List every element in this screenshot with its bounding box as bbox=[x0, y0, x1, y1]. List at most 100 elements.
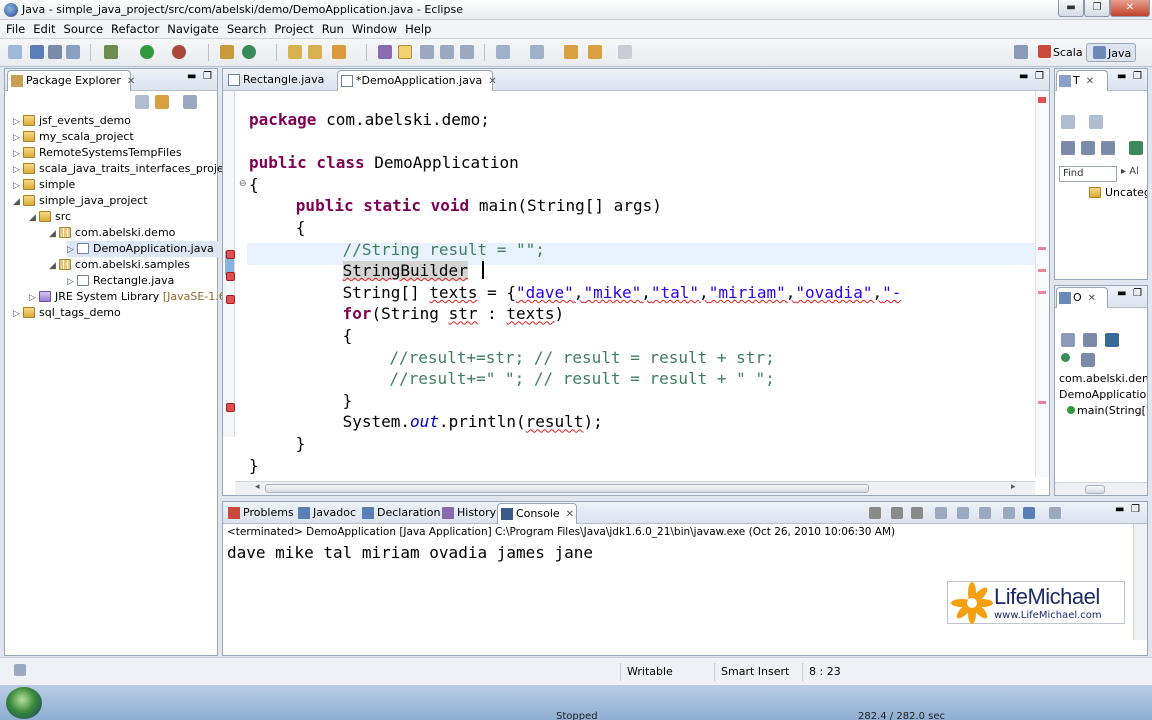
scroll-right-icon[interactable]: ▸ bbox=[1011, 482, 1016, 492]
outline-item-package[interactable]: com.abelski.demo bbox=[1059, 372, 1147, 385]
menu-run[interactable]: Run bbox=[318, 20, 348, 39]
hide-static-icon[interactable] bbox=[1105, 333, 1119, 347]
error-overview-mark[interactable] bbox=[1038, 269, 1046, 272]
categorize-icon[interactable] bbox=[1129, 141, 1143, 155]
menu-source[interactable]: Source bbox=[60, 20, 108, 39]
scroll-left-icon[interactable]: ◂ bbox=[255, 482, 260, 492]
menu-help[interactable]: Help bbox=[401, 20, 435, 39]
tree-item[interactable]: ◢ com.abelski.samples bbox=[49, 257, 190, 273]
remove-launch-icon[interactable] bbox=[891, 507, 903, 519]
tab-javadoc[interactable]: Javadoc bbox=[295, 503, 357, 524]
minimize-view-icon[interactable]: ▬ bbox=[1115, 504, 1124, 515]
outline-item-class[interactable]: DemoApplication bbox=[1059, 388, 1147, 401]
sync-icon[interactable] bbox=[1101, 141, 1115, 155]
scroll-lock-icon[interactable] bbox=[957, 507, 969, 519]
new-java-project-icon[interactable] bbox=[220, 45, 234, 59]
forward-icon[interactable] bbox=[618, 45, 632, 59]
outline-item-method[interactable]: main(String[] bbox=[1065, 404, 1147, 417]
tree-item[interactable]: ▷ JRE System Library [JavaSE-1.6] bbox=[29, 289, 230, 305]
tab-outline[interactable]: O ✕ bbox=[1056, 287, 1108, 308]
open-perspective-icon[interactable] bbox=[1014, 45, 1028, 59]
tree-item[interactable]: ▷ scala_java_traits_interfaces_project bbox=[13, 161, 234, 177]
console-output[interactable]: dave mike tal miriam ovadia james jane bbox=[227, 543, 593, 562]
tree-item[interactable]: ▷ my_scala_project bbox=[13, 129, 134, 145]
error-marker-icon[interactable] bbox=[226, 250, 235, 259]
maximize-view-icon[interactable]: ❐ bbox=[1133, 71, 1142, 82]
tree-item[interactable]: ▷ jsf_events_demo bbox=[13, 113, 131, 129]
maximize-button[interactable]: ❐ bbox=[1084, 0, 1110, 17]
error-marker-icon[interactable] bbox=[226, 272, 235, 281]
minimize-view-icon[interactable]: ▬ bbox=[1117, 288, 1126, 299]
display-console-icon[interactable] bbox=[1023, 507, 1035, 519]
hide-fields-icon[interactable] bbox=[1083, 333, 1097, 347]
close-icon[interactable]: ✕ bbox=[1086, 72, 1094, 92]
paragraph-icon[interactable] bbox=[460, 45, 474, 59]
menu-file[interactable]: File bbox=[2, 20, 29, 39]
show-whitespace-icon[interactable] bbox=[440, 45, 454, 59]
tree-item[interactable]: ◢ simple_java_project bbox=[13, 193, 148, 209]
new-task-icon[interactable] bbox=[1061, 115, 1075, 129]
previous-annotation-icon[interactable] bbox=[530, 45, 544, 59]
remove-all-icon[interactable] bbox=[911, 507, 923, 519]
focus-icon[interactable] bbox=[1081, 141, 1095, 155]
menu-window[interactable]: Window bbox=[348, 20, 401, 39]
menu-refactor[interactable]: Refactor bbox=[107, 20, 163, 39]
tab-console[interactable]: Console ✕ bbox=[497, 503, 577, 524]
sort-icon[interactable] bbox=[1061, 333, 1075, 347]
terminate-icon[interactable] bbox=[869, 507, 881, 519]
debug-icon[interactable] bbox=[104, 45, 118, 59]
save-all-icon[interactable] bbox=[48, 45, 62, 59]
editor-hscrollbar[interactable]: ◂ ▸ bbox=[235, 481, 1035, 495]
tree-item[interactable]: ▷ sql_tags_demo bbox=[13, 305, 121, 321]
tree-item[interactable]: ▷ RemoteSystemsTempFiles bbox=[13, 145, 182, 161]
tree-item[interactable]: ▷ Rectangle.java bbox=[67, 273, 174, 289]
scrollbar-thumb[interactable] bbox=[265, 484, 869, 493]
pin-console-icon[interactable] bbox=[1003, 507, 1015, 519]
fast-view-icon[interactable] bbox=[14, 664, 26, 676]
open-task-icon[interactable] bbox=[308, 45, 322, 59]
error-overview-mark[interactable] bbox=[1038, 291, 1046, 294]
block-select-icon[interactable] bbox=[420, 45, 434, 59]
error-overview-mark[interactable] bbox=[1038, 247, 1046, 250]
minimize-view-icon[interactable]: ▬ bbox=[187, 71, 196, 82]
back-icon[interactable] bbox=[588, 45, 602, 59]
hide-local-types-icon[interactable] bbox=[1081, 353, 1095, 367]
toggle-mark-icon[interactable] bbox=[378, 45, 392, 59]
error-marker-icon[interactable] bbox=[226, 295, 235, 304]
next-annotation-icon[interactable] bbox=[496, 45, 510, 59]
tab-problems[interactable]: Problems bbox=[225, 503, 295, 524]
maximize-view-icon[interactable]: ❐ bbox=[1131, 504, 1140, 515]
menu-navigate[interactable]: Navigate bbox=[163, 20, 223, 39]
tree-item[interactable]: ▷ simple bbox=[13, 177, 75, 193]
scrollbar-thumb[interactable] bbox=[1085, 485, 1105, 494]
menu-project[interactable]: Project bbox=[270, 20, 317, 39]
tree-item-selected[interactable]: ▷ DemoApplication.java bbox=[67, 241, 218, 257]
minimize-editor-icon[interactable]: ▬ bbox=[1019, 71, 1028, 82]
minimize-view-icon[interactable]: ▬ bbox=[1117, 71, 1126, 82]
close-icon[interactable]: ✕ bbox=[488, 72, 496, 92]
run-icon[interactable] bbox=[140, 45, 154, 59]
link-with-editor-icon[interactable] bbox=[155, 95, 169, 109]
last-edit-icon[interactable] bbox=[564, 45, 578, 59]
find-input[interactable]: Find bbox=[1059, 166, 1117, 182]
toggle-highlight-icon[interactable] bbox=[398, 45, 412, 59]
word-wrap-icon[interactable] bbox=[979, 507, 991, 519]
perspective-java[interactable]: Java bbox=[1086, 43, 1137, 62]
new-icon[interactable] bbox=[8, 45, 22, 59]
new-class-icon[interactable] bbox=[242, 45, 256, 59]
open-type-icon[interactable] bbox=[288, 45, 302, 59]
save-icon[interactable] bbox=[30, 45, 44, 59]
error-marker-icon[interactable] bbox=[226, 403, 235, 412]
menu-search[interactable]: Search bbox=[223, 20, 271, 39]
menu-edit[interactable]: Edit bbox=[29, 20, 59, 39]
code-area[interactable]: package com.abelski.demo; public class De… bbox=[235, 91, 1035, 491]
print-icon[interactable] bbox=[66, 45, 80, 59]
clear-console-icon[interactable] bbox=[935, 507, 947, 519]
maximize-view-icon[interactable]: ❐ bbox=[1133, 288, 1142, 299]
start-button[interactable] bbox=[6, 687, 42, 719]
error-overview-mark[interactable] bbox=[1038, 401, 1046, 404]
search-icon[interactable] bbox=[332, 45, 346, 59]
tab-history[interactable]: History bbox=[439, 503, 496, 524]
maximize-editor-icon[interactable]: ❐ bbox=[1035, 71, 1044, 82]
tree-item[interactable]: ◢ com.abelski.demo bbox=[49, 225, 175, 241]
